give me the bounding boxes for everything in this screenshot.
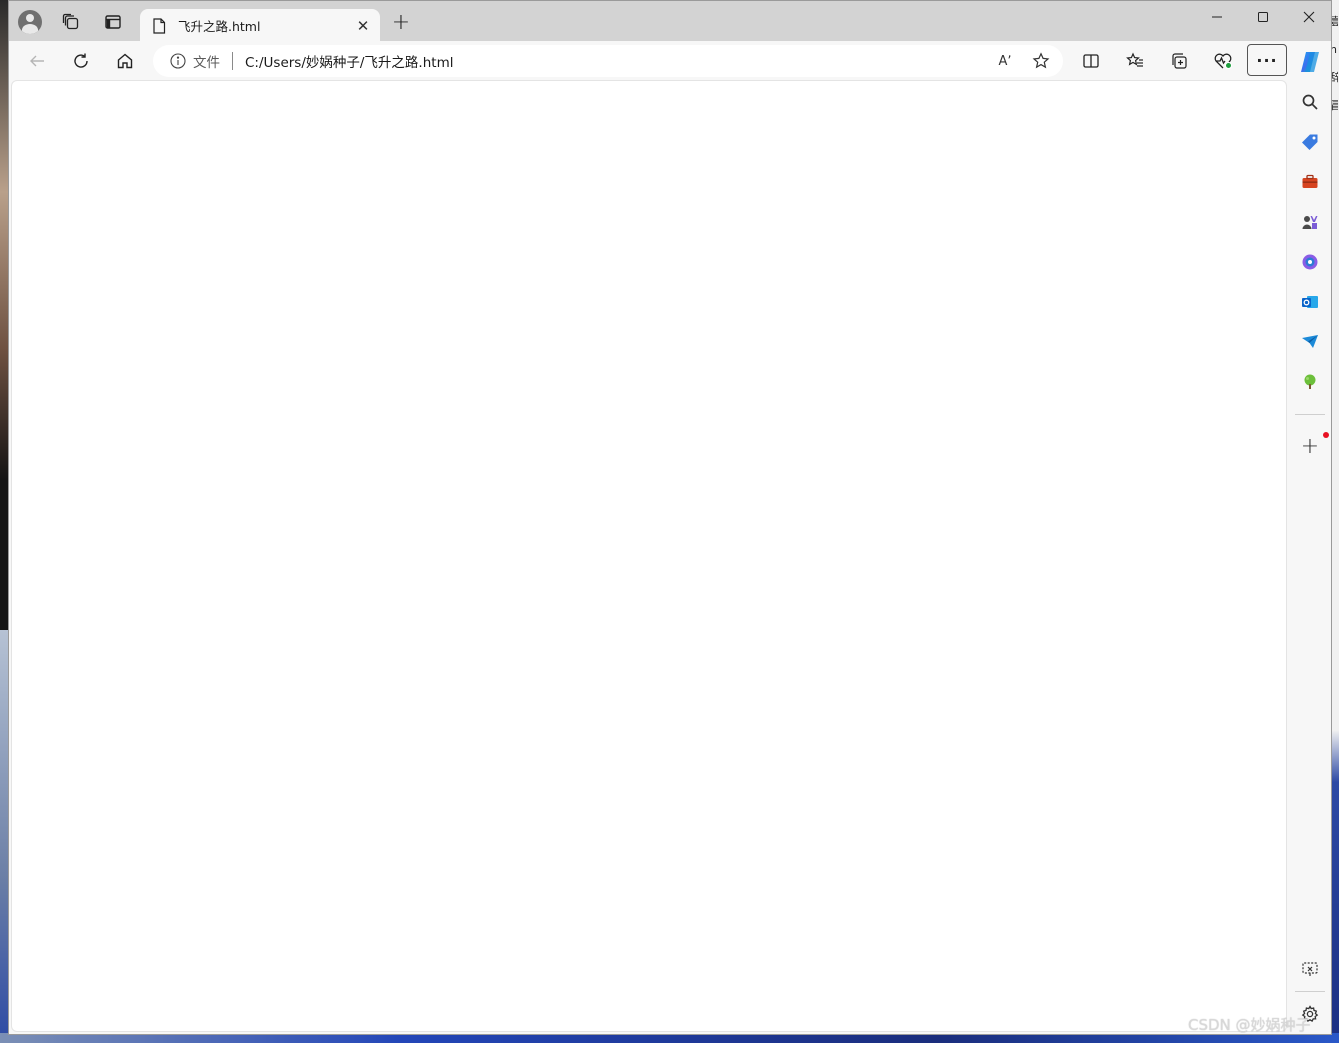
title-bar: 飞升之路.html ✕ +	[9, 1, 1331, 42]
collections-icon	[1172, 53, 1187, 69]
send-icon[interactable]	[1295, 327, 1325, 357]
info-icon[interactable]	[169, 52, 187, 70]
document-icon	[153, 17, 166, 34]
sidebar-divider-bottom	[1295, 991, 1325, 992]
tree-icon[interactable]	[1295, 367, 1325, 397]
office-icon[interactable]	[1295, 247, 1325, 277]
address-bar[interactable]: 文件 C:/Users/妙娲种子/飞升之路.html Aʼ	[153, 45, 1063, 77]
minimize-icon	[1212, 16, 1222, 18]
browser-window: 飞升之路.html ✕ + 文件 C:/Users/妙娲种子/飞升之路.html…	[8, 0, 1332, 1035]
games-icon[interactable]	[1295, 207, 1325, 237]
favorite-star-icon[interactable]	[1027, 47, 1055, 75]
back-arrow-icon	[30, 55, 44, 67]
close-window-button[interactable]	[1286, 1, 1331, 33]
read-aloud-icon[interactable]: Aʼ	[991, 47, 1019, 75]
address-scheme-label: 文件	[193, 55, 220, 71]
new-tab-button[interactable]: +	[386, 7, 416, 37]
favorites-list-icon	[1126, 52, 1143, 67]
add-sidebar-app-button[interactable]: +	[1295, 431, 1325, 461]
sidebar-divider	[1295, 414, 1325, 415]
settings-and-more-button[interactable]: ···	[1247, 44, 1287, 76]
minimize-button[interactable]	[1194, 1, 1240, 33]
desktop-wallpaper-right	[1331, 0, 1339, 1043]
tab-actions-button[interactable]	[98, 7, 128, 37]
split-screen-icon	[1083, 54, 1099, 68]
screenshot-icon[interactable]	[1295, 954, 1325, 984]
tab-close-icon[interactable]: ✕	[352, 15, 374, 37]
address-separator	[232, 52, 233, 70]
home-button[interactable]	[109, 45, 141, 77]
maximize-button[interactable]	[1240, 1, 1286, 33]
csdn-watermark: CSDN @妙娲种子	[1188, 1016, 1311, 1034]
tab-active[interactable]: 飞升之路.html ✕	[140, 9, 380, 42]
shopping-tag-icon[interactable]	[1295, 127, 1325, 157]
refresh-icon	[74, 53, 88, 68]
outlook-icon[interactable]	[1295, 287, 1325, 317]
refresh-button[interactable]	[65, 45, 97, 77]
page-content[interactable]	[11, 80, 1287, 1032]
heart-pulse-icon	[1214, 53, 1232, 69]
workspaces-icon	[62, 13, 79, 30]
split-screen-button[interactable]	[1075, 45, 1107, 77]
workspaces-button[interactable]	[56, 7, 86, 37]
favorites-button[interactable]	[1119, 45, 1151, 77]
search-icon[interactable]	[1295, 87, 1325, 117]
close-icon	[1303, 11, 1315, 23]
notification-dot	[1323, 432, 1329, 438]
copilot-icon[interactable]	[1295, 47, 1325, 77]
profile-button[interactable]	[15, 7, 45, 37]
tab-title: 飞升之路.html	[178, 19, 261, 34]
browser-essentials-button[interactable]	[1207, 45, 1239, 77]
tools-icon[interactable]	[1295, 167, 1325, 197]
home-icon	[117, 53, 133, 69]
vertical-tabs-icon	[105, 15, 121, 29]
address-url[interactable]: C:/Users/妙娲种子/飞升之路.html	[245, 51, 991, 71]
avatar-icon	[18, 10, 42, 34]
edge-sidebar: +	[1289, 41, 1331, 1034]
collections-button[interactable]	[1163, 45, 1195, 77]
navigation-toolbar: 文件 C:/Users/妙娲种子/飞升之路.html Aʼ ···	[9, 41, 1331, 79]
back-button[interactable]	[21, 45, 53, 77]
maximize-icon	[1258, 12, 1268, 22]
